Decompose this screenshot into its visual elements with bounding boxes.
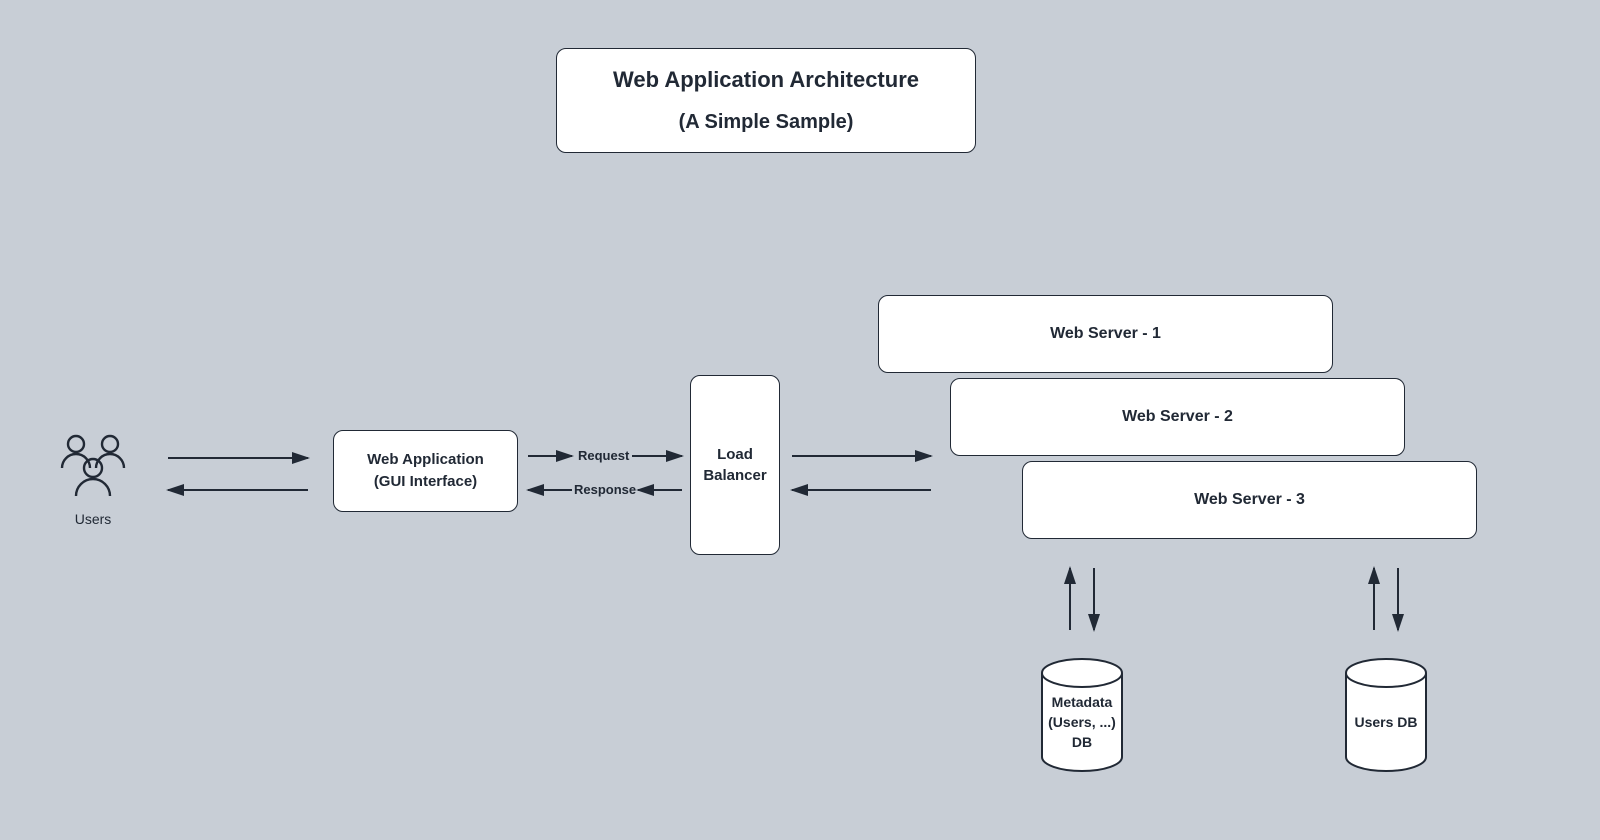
arrow-users-to-webapp — [158, 450, 318, 500]
arrow-server-to-users-db — [1362, 560, 1412, 640]
arrow-server-to-metadata-db — [1058, 560, 1108, 640]
database-icon: Users DB — [1336, 655, 1436, 775]
web-server-2-node: Web Server - 2 — [950, 378, 1405, 456]
title-box: Web Application Architecture (A Simple S… — [556, 48, 976, 153]
response-label: Response — [574, 482, 636, 497]
arrow-lb-to-servers — [786, 446, 936, 500]
database-icon: Metadata (Users, ...) DB — [1032, 655, 1132, 775]
metadata-db-label-3: DB — [1072, 734, 1092, 750]
lb-label-2: Balancer — [703, 465, 766, 486]
metadata-db-label-1: Metadata — [1052, 694, 1113, 710]
users-db-label: Users DB — [1354, 714, 1417, 730]
web-server-3-node: Web Server - 3 — [1022, 461, 1477, 539]
diagram-subtitle: (A Simple Sample) — [679, 111, 854, 134]
request-label: Request — [578, 448, 629, 463]
metadata-db-label-2: (Users, ...) — [1048, 714, 1116, 730]
lb-label-1: Load — [717, 444, 753, 465]
web-server-1-label: Web Server - 1 — [1050, 325, 1161, 343]
web-server-1-node: Web Server - 1 — [878, 295, 1333, 373]
users-node: Users — [48, 430, 138, 527]
metadata-db-node: Metadata (Users, ...) DB — [1032, 655, 1132, 780]
web-server-2-label: Web Server - 2 — [1122, 408, 1233, 426]
diagram-canvas: { "title": { "main": "Web Application Ar… — [0, 0, 1600, 840]
webapp-label-1: Web Application — [367, 449, 484, 472]
webapp-label-2: (GUI Interface) — [374, 471, 477, 494]
users-db-node: Users DB — [1336, 655, 1436, 780]
users-label: Users — [48, 511, 138, 527]
load-balancer-node: Load Balancer — [690, 375, 780, 555]
web-server-3-label: Web Server - 3 — [1194, 491, 1305, 509]
web-application-node: Web Application (GUI Interface) — [333, 430, 518, 512]
diagram-title: Web Application Architecture — [613, 67, 919, 93]
users-icon — [48, 430, 138, 502]
